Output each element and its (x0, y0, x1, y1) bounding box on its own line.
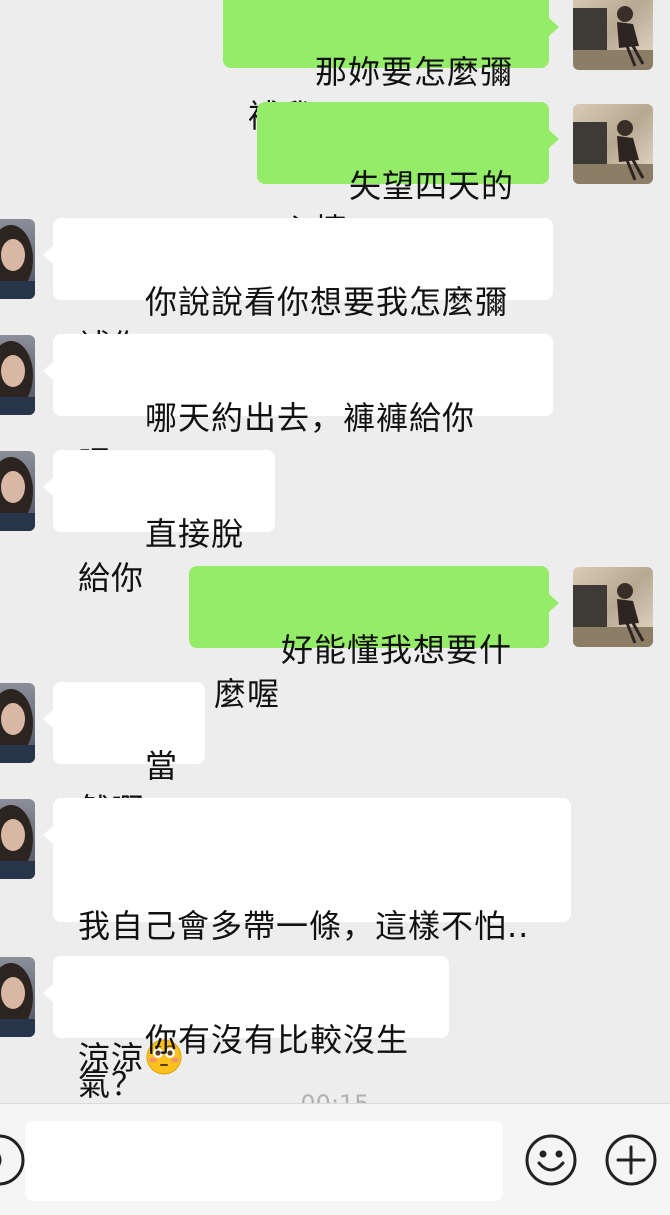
avatar-contact[interactable] (0, 335, 35, 415)
message-bubble-incoming[interactable]: 直接脫給你 (43, 450, 275, 597)
message-input[interactable] (25, 1121, 503, 1201)
message-bubble-incoming[interactable]: 我自己會多帶一條，這樣不怕.. 涼涼 (43, 798, 571, 1077)
input-bar (0, 1103, 670, 1215)
message-bubble-incoming[interactable]: 當然啊 (43, 682, 205, 829)
avatar-contact[interactable] (0, 957, 35, 1037)
timestamp: 00:15 (0, 1090, 670, 1103)
avatar-self[interactable] (573, 0, 653, 70)
message-row: 你有沒有比較沒生氣？ (0, 956, 670, 1103)
avatar-self[interactable] (573, 104, 653, 184)
message-row: 當然啊 (0, 682, 670, 829)
message-row: 好能懂我想要什麼喔 (0, 566, 670, 713)
message-row: 失望四天的心情 (0, 102, 670, 249)
voice-icon[interactable] (0, 1133, 26, 1187)
message-row: 我自己會多帶一條，這樣不怕.. 涼涼 (0, 798, 670, 1077)
message-bubble-outgoing[interactable]: 失望四天的心情 (257, 102, 559, 249)
message-row: 哪天約出去，褲褲給你吧⋯⋯ (0, 334, 670, 481)
avatar-contact[interactable] (0, 799, 35, 879)
message-bubble-incoming[interactable]: 你說說看你想要我怎麼彌補你 (43, 218, 553, 365)
avatar-contact[interactable] (0, 451, 35, 531)
message-bubble-incoming[interactable]: 哪天約出去，褲褲給你吧⋯⋯ (43, 334, 553, 481)
avatar-self[interactable] (573, 567, 653, 647)
avatar-contact[interactable] (0, 219, 35, 299)
message-row: 那妳要怎麼彌補我 (0, 0, 670, 135)
emoji-icon[interactable] (524, 1133, 578, 1187)
message-bubble-outgoing[interactable]: 好能懂我想要什麼喔 (189, 566, 559, 713)
avatar-contact[interactable] (0, 683, 35, 763)
message-bubble-incoming[interactable]: 你有沒有比較沒生氣？ (43, 956, 449, 1103)
message-row: 直接脫給你 (0, 450, 670, 597)
plus-icon[interactable] (604, 1133, 658, 1187)
message-text: 我自己會多帶一條，這樣不怕.. (78, 907, 530, 945)
message-row: 你說說看你想要我怎麼彌補你 (0, 218, 670, 365)
chat-area: 那妳要怎麼彌補我 失望四天的心情 (0, 0, 670, 1103)
message-bubble-outgoing[interactable]: 那妳要怎麼彌補我 (223, 0, 559, 135)
